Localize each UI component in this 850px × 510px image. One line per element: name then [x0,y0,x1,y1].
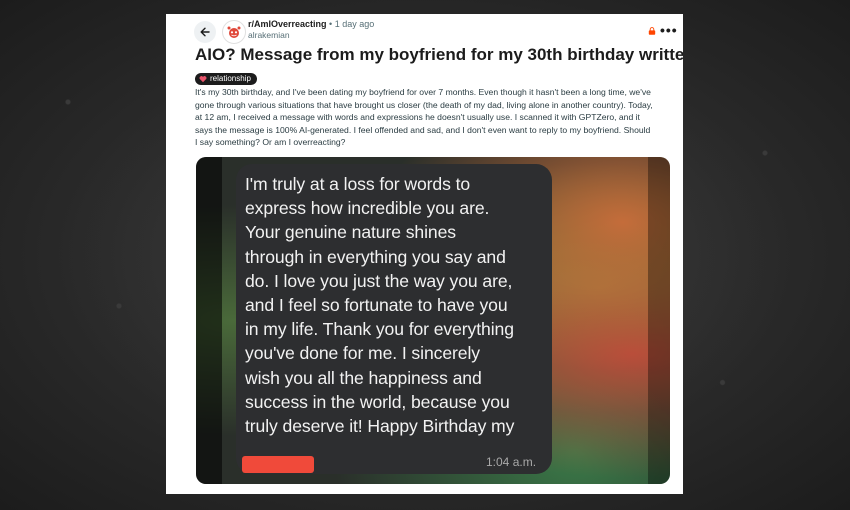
flair-label: relationship [210,74,251,83]
subreddit-avatar-icon [225,23,243,41]
arrow-left-icon [200,27,210,37]
subreddit-avatar[interactable] [222,20,246,44]
redaction-mark [242,456,314,473]
back-button[interactable] [194,21,216,43]
heart-icon [199,76,207,83]
username-link[interactable]: alrakemian [248,30,374,41]
more-options-button[interactable]: ••• [660,23,678,37]
subreddit-link[interactable]: r/AmIOverreacting [248,19,327,29]
post-card: r/AmIOverreacting • 1 day ago alrakemian… [166,14,683,494]
post-time: • 1 day ago [329,19,375,29]
image-shade-left [196,157,222,484]
lock-icon [648,27,656,35]
post-image[interactable]: I'm truly at a loss for words to express… [196,157,670,484]
image-shade-right [648,157,670,484]
flair-badge[interactable]: relationship [195,73,257,85]
post-body: It's my 30th birthday, and I've been dat… [195,87,653,147]
message-timestamp: 1:04 a.m. [486,455,537,469]
post-title: AIO? Message from my boyfriend for my 30… [195,45,683,64]
message-text: I'm truly at a loss for words to express… [245,174,515,437]
post-meta: r/AmIOverreacting • 1 day ago alrakemian [248,19,374,41]
